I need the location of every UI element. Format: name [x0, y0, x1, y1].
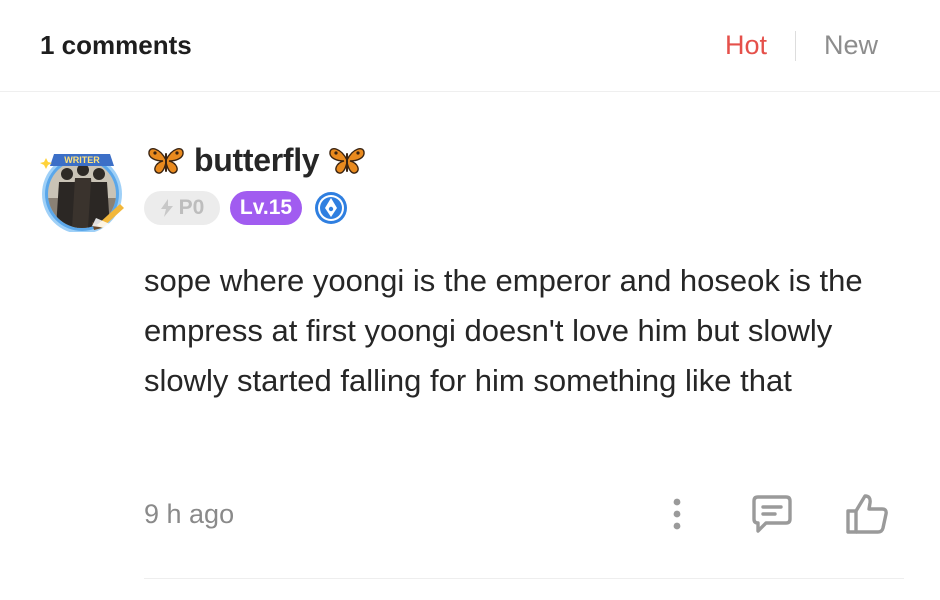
comments-header: 1 comments Hot New — [0, 0, 940, 92]
pen-nib-icon — [315, 192, 347, 224]
sort-divider — [794, 30, 796, 61]
comment-count: 1 comments — [40, 30, 192, 60]
sort-hot-tab[interactable]: Hot — [725, 30, 767, 61]
writer-frame-label: WRITER — [64, 155, 100, 165]
butterfly-icon — [148, 148, 184, 174]
comment-divider — [144, 578, 904, 579]
avatar-image: WRITER — [40, 154, 124, 234]
avatar[interactable]: WRITER — [36, 148, 128, 234]
comment-text: sope where yoongi is the emperor and hos… — [144, 263, 863, 398]
points-badge-label: P0 — [178, 196, 205, 219]
sort-tabs: Hot New — [725, 30, 878, 61]
level-badge: Lv.15 — [230, 191, 302, 225]
username[interactable]: butterfly — [194, 142, 320, 179]
butterfly-icon — [329, 148, 366, 174]
sort-new-tab[interactable]: New — [824, 30, 878, 61]
comment-bubble-icon — [752, 495, 792, 533]
user-badges: P0 Lv.15 — [144, 191, 348, 225]
username-row: butterfly — [146, 140, 367, 180]
points-badge: P0 — [144, 191, 220, 225]
comment-timestamp: 9 h ago — [144, 499, 235, 529]
more-options-button[interactable] — [660, 488, 694, 540]
reply-button[interactable] — [748, 488, 796, 540]
vertical-dots-icon — [673, 498, 681, 530]
thumbs-up-icon — [846, 494, 888, 534]
lightning-icon — [160, 199, 173, 217]
like-button[interactable] — [842, 488, 892, 540]
